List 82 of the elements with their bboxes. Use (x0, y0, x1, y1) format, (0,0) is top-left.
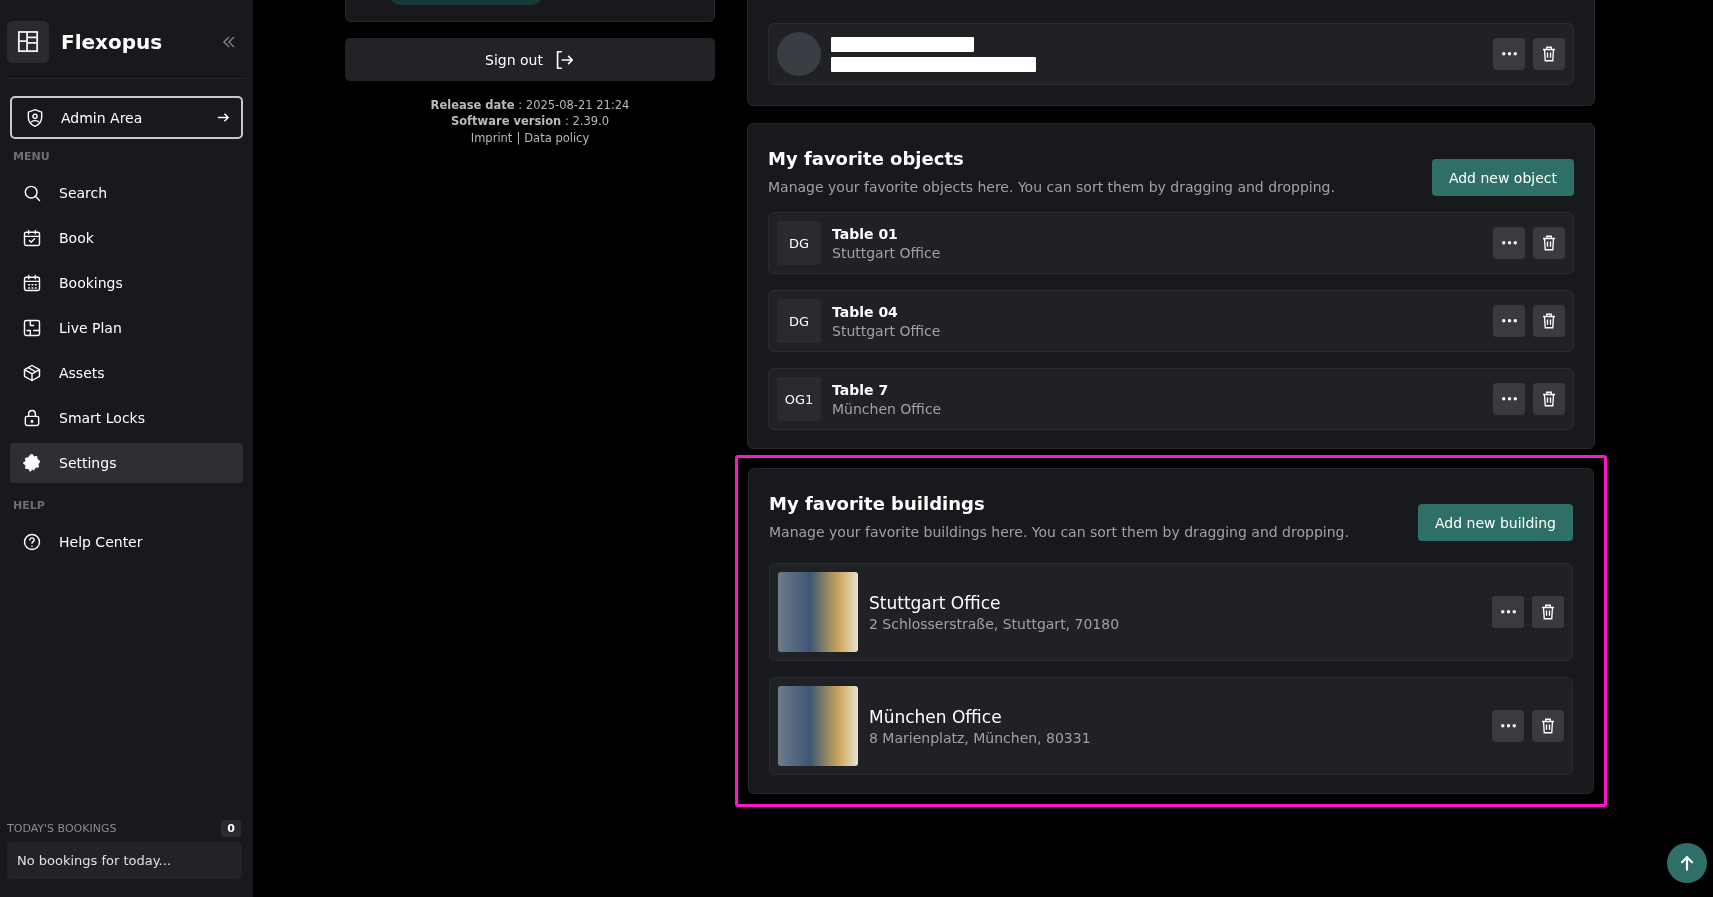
delete-button[interactable] (1533, 383, 1565, 415)
no-bookings-message: No bookings for today... (7, 842, 242, 879)
building-name: Stuttgart Office (869, 592, 1002, 613)
favorite-building-row[interactable]: München Office 8 Marienplatz, München, 80331 (769, 677, 1573, 775)
more-icon (1501, 319, 1517, 323)
release-date: Release date : 2025-08-21 21:24 (430, 97, 630, 113)
collapse-icon[interactable] (221, 33, 237, 50)
building-address: 8 Marienplatz, München, 80331 (869, 729, 1091, 746)
footer-link[interactable]: Data policy (524, 129, 590, 148)
settings-icon (22, 453, 42, 473)
more-icon (1500, 610, 1516, 614)
logo-icon (7, 20, 49, 63)
nav-item[interactable]: Assets (10, 353, 243, 393)
footer-link[interactable]: Imprint (470, 129, 513, 148)
floor-badge: DG (777, 221, 821, 265)
admin-area-button[interactable]: Admin Area (10, 96, 243, 139)
more-button[interactable] (1493, 383, 1525, 415)
software-version: Software version : 2.39.0 (450, 113, 610, 129)
section-title: My favorite objects (768, 148, 965, 169)
nav-item[interactable]: Smart Locks (10, 398, 243, 438)
trash-icon (1540, 312, 1558, 330)
link-separator: | (516, 130, 521, 147)
lock-icon (22, 408, 42, 428)
help-label: HELP (13, 499, 46, 512)
favorite-building-row[interactable]: Stuttgart Office 2 Schlosserstraße, Stuttgart, 70180 (769, 563, 1573, 661)
object-location: Stuttgart Office (832, 244, 941, 261)
box-icon (22, 363, 42, 383)
calendar-icon (22, 273, 42, 293)
delete-button[interactable] (1532, 710, 1564, 742)
nav-item[interactable]: Live Plan (10, 308, 243, 348)
section-description: Manage your favorite buildings here. You can sort them by dragging and dropping. (769, 524, 1349, 540)
scroll-to-top-button[interactable] (1667, 843, 1707, 883)
todays-bookings-label: TODAY'S BOOKINGS (7, 822, 117, 835)
trash-icon (1540, 45, 1558, 63)
nav-item[interactable]: Help Center (10, 522, 243, 562)
more-button[interactable] (1492, 596, 1524, 628)
calendar-check-icon (22, 228, 42, 248)
section-description: Manage your favorite objects here. You can sort them by dragging and dropping. (768, 179, 1335, 195)
trash-icon (1539, 717, 1557, 735)
nav-item[interactable]: Search (10, 173, 243, 213)
object-location: München Office (832, 400, 942, 417)
more-button[interactable] (1492, 710, 1524, 742)
object-name: Table 01 (832, 225, 899, 242)
delete-button[interactable] (1533, 38, 1565, 70)
brand-name: Flexopus (61, 29, 164, 54)
building-name: München Office (869, 706, 1003, 727)
more-button[interactable] (1493, 305, 1525, 337)
nav-item[interactable]: Settings (10, 443, 243, 483)
more-icon (1500, 724, 1516, 728)
more-button[interactable] (1493, 227, 1525, 259)
search-icon (22, 183, 42, 203)
favorite-object-row[interactable]: OG1 Table 7 München Office (768, 368, 1574, 430)
favorite-object-row[interactable]: DG Table 04 Stuttgart Office (768, 290, 1574, 352)
sign-out-button[interactable]: Sign out (345, 38, 715, 81)
more-button[interactable] (1493, 38, 1525, 70)
menu-label: MENU (13, 150, 51, 163)
add-object-button[interactable]: Add new object (1431, 159, 1574, 196)
nav-item[interactable]: Book (10, 218, 243, 258)
favorite-object-row[interactable]: DG Table 01 Stuttgart Office (768, 212, 1574, 274)
floor-badge: DG (777, 299, 821, 343)
trash-icon (1540, 390, 1558, 408)
more-icon (1501, 241, 1517, 245)
object-location: Stuttgart Office (832, 322, 941, 339)
object-name: Table 04 (832, 303, 899, 320)
help-icon (22, 532, 42, 552)
floor-plan-icon (22, 318, 42, 338)
avatar (777, 32, 821, 76)
delete-button[interactable] (1532, 596, 1564, 628)
building-address: 2 Schlosserstraße, Stuttgart, 70180 (869, 615, 1120, 632)
bookings-count: 0 (221, 820, 241, 837)
trash-icon (1540, 234, 1558, 252)
trash-icon (1539, 603, 1557, 621)
shield-user-icon (25, 107, 45, 128)
more-icon (1501, 397, 1517, 401)
floor-badge: OG1 (777, 377, 821, 421)
add-building-button[interactable]: Add new building (1417, 504, 1573, 541)
section-title: My favorite buildings (769, 493, 986, 514)
delete-button[interactable] (1533, 227, 1565, 259)
more-icon (1501, 52, 1517, 56)
object-name: Table 7 (832, 381, 890, 398)
delete-button[interactable] (1533, 305, 1565, 337)
nav-item[interactable]: Bookings (10, 263, 243, 303)
